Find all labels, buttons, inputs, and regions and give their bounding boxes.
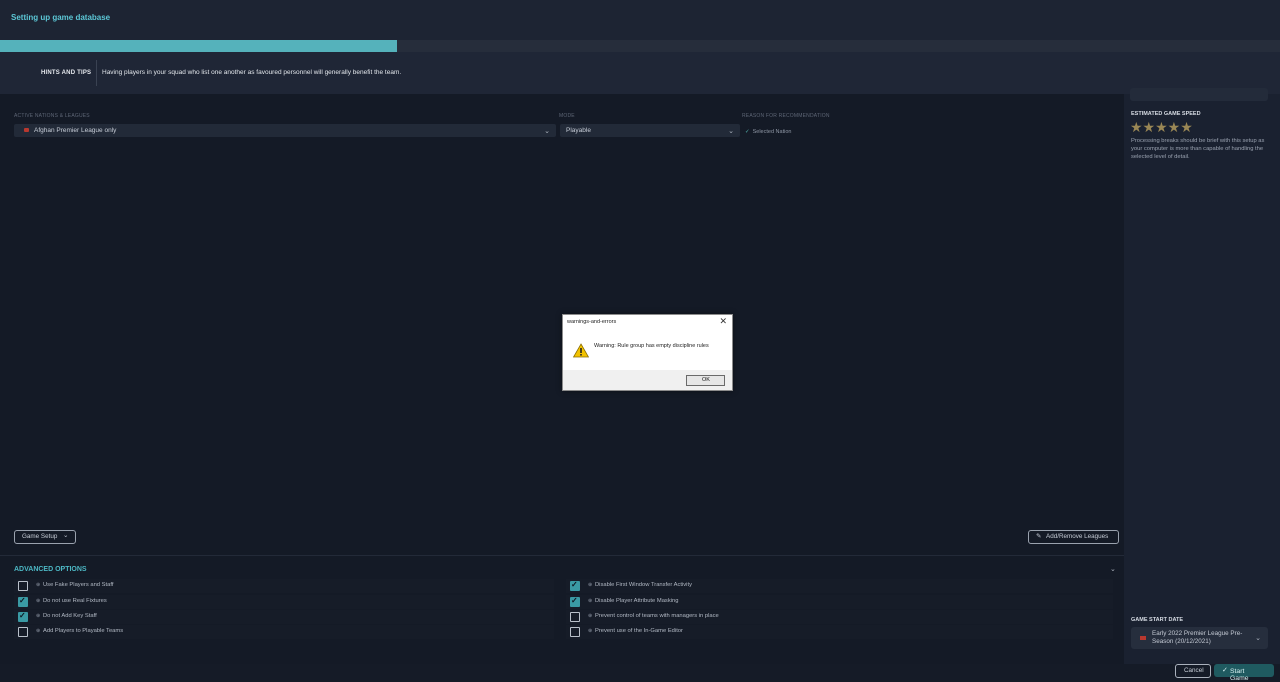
reason-value: ✓ Selected Nation: [745, 129, 791, 135]
mode-column-label: MODE: [559, 113, 575, 119]
nations-select[interactable]: Afghan Premier League only ⌄: [14, 124, 556, 137]
info-icon: ⊕: [588, 613, 593, 619]
chevron-down-icon: ⌄: [544, 128, 550, 135]
chevron-down-icon: ⌄: [1255, 635, 1261, 642]
speed-description: Processing breaks should be brief with t…: [1131, 138, 1265, 160]
progress-bar: [0, 40, 1280, 52]
flag-icon: [1140, 636, 1146, 640]
hints-divider: [96, 60, 97, 86]
checkbox[interactable]: [18, 581, 28, 591]
detail-level-select[interactable]: [1130, 88, 1268, 101]
ok-button[interactable]: OK: [686, 375, 725, 386]
option-row[interactable]: ⊕ Do not Add Key Staff: [14, 610, 554, 624]
option-row[interactable]: ⊕ Use Fake Players and Staff: [14, 579, 554, 593]
add-remove-leagues-button[interactable]: ✎ Add/Remove Leagues: [1028, 530, 1119, 544]
page-title: Setting up game database: [11, 13, 111, 22]
option-row[interactable]: ⊕ Prevent use of the In-Game Editor: [566, 625, 1113, 639]
cancel-button[interactable]: Cancel: [1175, 664, 1211, 678]
edit-icon: ✎: [1036, 533, 1042, 540]
start-game-text: Start Game: [1230, 668, 1249, 682]
mode-select-value: Playable: [566, 127, 591, 134]
advanced-options-title: ADVANCED OPTIONS: [14, 566, 87, 573]
chevron-down-icon: ⌄: [728, 128, 734, 135]
option-label: Do not use Real Fixtures: [43, 598, 107, 604]
speed-stars-icon: ★★★★★: [1130, 119, 1193, 135]
header-bar: Setting up game database: [0, 0, 1280, 40]
start-date-select[interactable]: Early 2022 Premier League Pre-Season (20…: [1131, 627, 1268, 649]
option-row[interactable]: ⊕ Disable First Window Transfer Activity: [566, 579, 1113, 593]
info-icon: ⊕: [588, 628, 593, 634]
info-icon: ⊕: [36, 628, 41, 634]
game-setup-button[interactable]: Game Setup ⌄: [14, 530, 76, 544]
checkbox[interactable]: [18, 611, 28, 622]
checkbox[interactable]: [570, 612, 580, 622]
option-label: Use Fake Players and Staff: [43, 582, 114, 588]
warning-dialog: warnings-and-errors ✕ Warning: Rule grou…: [562, 314, 733, 391]
speed-title: ESTIMATED GAME SPEED: [1131, 111, 1201, 117]
info-icon: ⊕: [36, 613, 41, 619]
dialog-message: Warning: Rule group has empty discipline…: [594, 343, 709, 349]
check-icon: ✓: [745, 129, 750, 135]
mode-select[interactable]: Playable ⌄: [560, 124, 740, 137]
info-icon: ⊕: [36, 598, 41, 604]
checkbox[interactable]: [18, 596, 28, 607]
reason-column-label: REASON FOR RECOMMENDATION: [742, 113, 830, 119]
divider: [0, 555, 1124, 556]
hints-text: Having players in your squad who list on…: [102, 69, 402, 76]
info-icon: ⊕: [588, 598, 593, 604]
option-row[interactable]: ⊕ Add Players to Playable Teams: [14, 625, 554, 639]
option-label: Add Players to Playable Teams: [43, 628, 124, 634]
option-row[interactable]: ⊕ Disable Player Attribute Masking: [566, 595, 1113, 609]
warning-icon: [573, 343, 589, 358]
option-label: Disable Player Attribute Masking: [595, 598, 679, 604]
checkbox[interactable]: [570, 627, 580, 637]
hints-label: HINTS AND TIPS: [41, 70, 92, 76]
chevron-down-icon[interactable]: ⌄: [1110, 565, 1116, 573]
progress-fill: [0, 40, 397, 52]
info-icon: ⊕: [36, 582, 41, 588]
afghanistan-flag-icon: [24, 128, 29, 132]
cancel-label: Cancel: [1184, 667, 1204, 674]
start-game-label: ✓ Start Game: [1222, 667, 1249, 682]
close-icon[interactable]: ✕: [719, 316, 727, 327]
start-game-button[interactable]: ✓ Start Game: [1214, 664, 1274, 682]
add-remove-leagues-label: Add/Remove Leagues: [1046, 533, 1109, 540]
start-date-value: Early 2022 Premier League Pre-Season (20…: [1152, 630, 1243, 645]
option-label: Prevent control of teams with managers i…: [595, 613, 719, 619]
checkbox[interactable]: [570, 580, 580, 591]
start-date-title: GAME START DATE: [1131, 617, 1184, 623]
info-icon: ⊕: [588, 582, 593, 588]
checkbox[interactable]: [570, 596, 580, 607]
game-setup-label: Game Setup: [22, 533, 58, 540]
nations-column-label: ACTIVE NATIONS & LEAGUES: [14, 113, 90, 119]
option-row[interactable]: ⊕ Prevent control of teams with managers…: [566, 610, 1113, 624]
checkbox[interactable]: [18, 627, 28, 637]
option-row[interactable]: ⊕ Do not use Real Fixtures: [14, 595, 554, 609]
option-label: Disable First Window Transfer Activity: [595, 582, 692, 588]
ok-label: OK: [702, 377, 710, 383]
option-label: Do not Add Key Staff: [43, 613, 97, 619]
nations-select-value: Afghan Premier League only: [34, 127, 117, 134]
right-panel: [1124, 94, 1280, 664]
dialog-title: warnings-and-errors: [567, 319, 617, 325]
option-label: Prevent use of the In-Game Editor: [595, 628, 683, 634]
reason-text: Selected Nation: [752, 129, 792, 135]
chevron-down-icon: ⌄: [63, 532, 69, 539]
